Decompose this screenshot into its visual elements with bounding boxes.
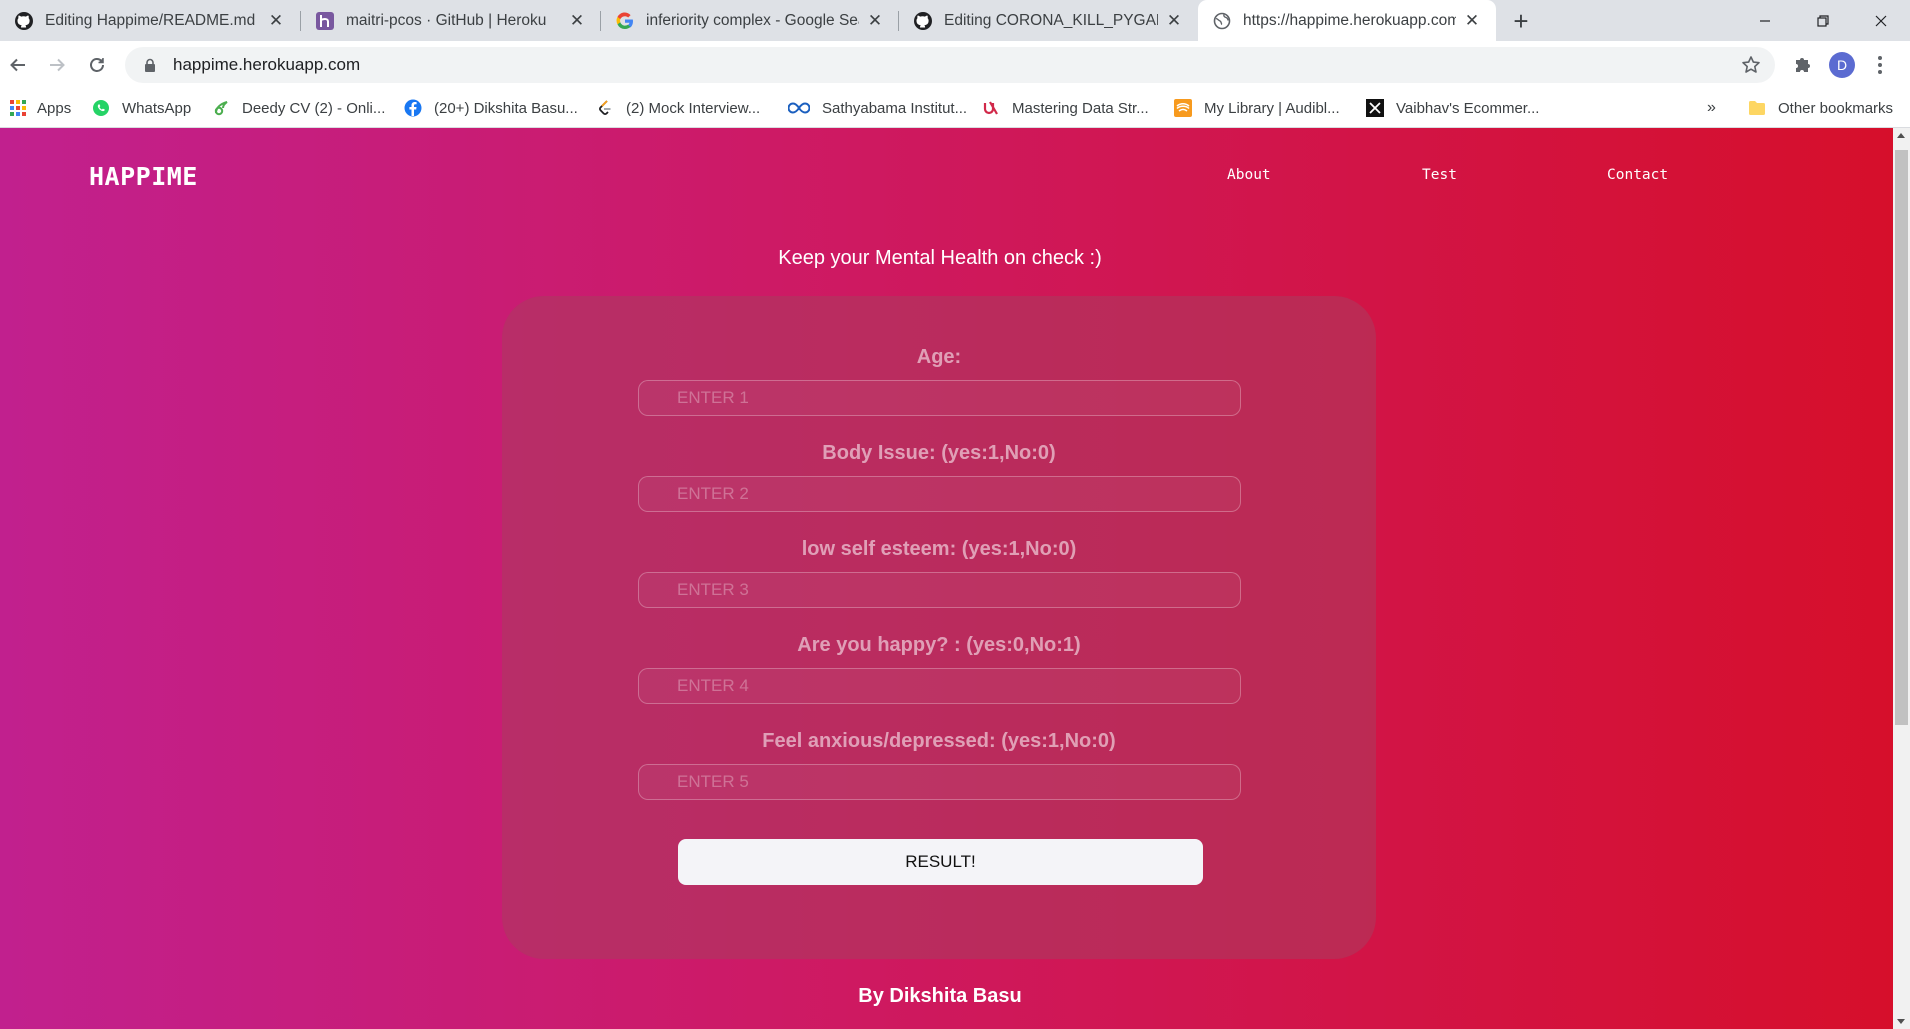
ecommerce-icon [1366, 99, 1384, 117]
scrollbar-thumb[interactable] [1895, 150, 1908, 725]
lock-icon[interactable] [143, 57, 157, 73]
tab-strip: Editing Happime/README.md at ✕ maitri-pc… [0, 0, 1910, 41]
close-icon[interactable]: ✕ [865, 11, 885, 31]
happy-input[interactable] [638, 668, 1241, 704]
tab-title: Editing CORONA_KILL_PYGAME. [944, 11, 1158, 29]
url-text[interactable]: happime.herokuapp.com [173, 55, 360, 75]
google-icon [615, 11, 635, 31]
leetcode-icon [596, 99, 614, 117]
extensions-puzzle-icon[interactable] [1792, 53, 1814, 75]
bookmark-label: Other bookmarks [1778, 99, 1894, 117]
new-tab-plus-icon[interactable]: + [1508, 6, 1534, 36]
infinity-icon [788, 99, 810, 117]
scroll-up-arrow-icon[interactable] [1897, 133, 1905, 138]
page-scrollbar[interactable] [1893, 128, 1910, 1029]
close-icon[interactable]: ✕ [266, 11, 286, 31]
tab-title: maitri-pcos · GitHub | Heroku [346, 11, 547, 29]
bookmark-label: (20+) Dikshita Basu... [434, 99, 578, 117]
bookmark-label: Vaibhav's Ecommer... [1396, 99, 1540, 117]
nav-test[interactable]: Test [1422, 167, 1457, 183]
tab-readme[interactable]: Editing Happime/README.md at ✕ [0, 0, 300, 41]
tab-happime-active[interactable]: https://happime.herokuapp.com ✕ [1198, 0, 1496, 41]
scroll-down-arrow-icon[interactable] [1897, 1019, 1905, 1024]
browser-toolbar: happime.herokuapp.com D [0, 41, 1910, 89]
back-arrow-icon[interactable] [2, 49, 34, 81]
whatsapp-icon [92, 99, 110, 117]
tab-heroku[interactable]: maitri-pcos · GitHub | Heroku ✕ [301, 0, 601, 41]
globe-icon [1212, 11, 1232, 31]
bookmark-audible[interactable]: My Library | Audibl... [1174, 89, 1340, 127]
overleaf-icon [212, 99, 230, 117]
tab-title: Editing Happime/README.md at [45, 11, 260, 29]
kebab-menu-icon[interactable] [1872, 52, 1888, 78]
forward-arrow-icon[interactable] [41, 49, 73, 81]
self-esteem-label: low self esteem: (yes:1,No:0) [801, 538, 1077, 560]
bookmarks-bar: Apps WhatsApp Deedy CV (2) - Onli... (20… [0, 89, 1910, 128]
close-icon[interactable]: ✕ [567, 11, 587, 31]
body-issue-label: Body Issue: (yes:1,No:0) [822, 442, 1056, 464]
bookmark-apps[interactable]: Apps [9, 89, 71, 127]
bookmark-label: My Library | Audibl... [1204, 99, 1340, 117]
author-credit: By Dikshita Basu [858, 985, 1022, 1007]
bookmark-whatsapp[interactable]: WhatsApp [92, 89, 191, 127]
page-viewport: HAPPIME About Test Contact Keep your Men… [0, 128, 1893, 1029]
restore-icon[interactable] [1794, 0, 1852, 41]
page-tagline: Keep your Mental Health on check :) [778, 247, 1102, 269]
tab-google-search[interactable]: inferiority complex - Google Sear ✕ [601, 0, 899, 41]
anxious-input[interactable] [638, 764, 1241, 800]
bookmark-label: (2) Mock Interview... [626, 99, 761, 117]
window-close-icon[interactable] [1852, 0, 1910, 41]
bookmark-vaibhav-ecommerce[interactable]: Vaibhav's Ecommer... [1366, 89, 1539, 127]
bookmark-star-icon[interactable] [1741, 55, 1761, 75]
bookmark-label: Deedy CV (2) - Onli... [242, 99, 386, 117]
bookmark-facebook[interactable]: (20+) Dikshita Basu... [404, 89, 578, 127]
body-issue-input[interactable] [638, 476, 1241, 512]
prediction-form: Age: Body Issue: (yes:1,No:0) low self e… [502, 296, 1376, 959]
folder-icon [1748, 99, 1766, 117]
udemy-icon [982, 99, 1000, 117]
reload-icon[interactable] [81, 49, 113, 81]
bookmark-label: WhatsApp [122, 99, 192, 117]
result-button[interactable]: RESULT! [678, 839, 1203, 885]
bookmark-label: Sathyabama Institut... [822, 99, 968, 117]
self-esteem-input[interactable] [638, 572, 1241, 608]
apps-grid-icon [9, 99, 27, 117]
heroku-icon [315, 11, 335, 31]
age-input[interactable] [638, 380, 1241, 416]
nav-contact[interactable]: Contact [1607, 167, 1668, 183]
happy-label: Are you happy? : (yes:0,No:1) [797, 634, 1081, 656]
audible-icon [1174, 99, 1192, 117]
close-icon[interactable]: ✕ [1462, 11, 1482, 31]
bookmark-deedy-cv[interactable]: Deedy CV (2) - Onli... [212, 89, 385, 127]
tab-corona-kill[interactable]: Editing CORONA_KILL_PYGAME. ✕ [899, 0, 1198, 41]
bookmark-label: Mastering Data Str... [1012, 99, 1149, 117]
other-bookmarks[interactable]: Other bookmarks [1748, 89, 1893, 127]
bookmark-sathyabama[interactable]: Sathyabama Institut... [788, 89, 967, 127]
bookmarks-overflow-chevron[interactable]: » [1707, 89, 1716, 127]
minimize-icon[interactable] [1736, 0, 1794, 41]
tab-title: inferiority complex - Google Sear [646, 11, 859, 29]
close-icon[interactable]: ✕ [1164, 11, 1184, 31]
anxious-label: Feel anxious/depressed: (yes:1,No:0) [762, 730, 1116, 752]
bookmark-label: Apps [37, 99, 72, 117]
address-bar[interactable]: happime.herokuapp.com [125, 47, 1775, 83]
bookmark-mastering-data-str[interactable]: Mastering Data Str... [982, 89, 1149, 127]
tab-title: https://happime.herokuapp.com [1243, 11, 1456, 29]
facebook-icon [404, 99, 422, 117]
site-logo[interactable]: HAPPIME [89, 162, 198, 191]
github-icon [913, 11, 933, 31]
profile-avatar[interactable]: D [1829, 52, 1855, 78]
github-icon [14, 11, 34, 31]
bookmark-mock-interview[interactable]: (2) Mock Interview... [596, 89, 760, 127]
nav-about[interactable]: About [1227, 167, 1271, 183]
age-label: Age: [916, 346, 962, 368]
